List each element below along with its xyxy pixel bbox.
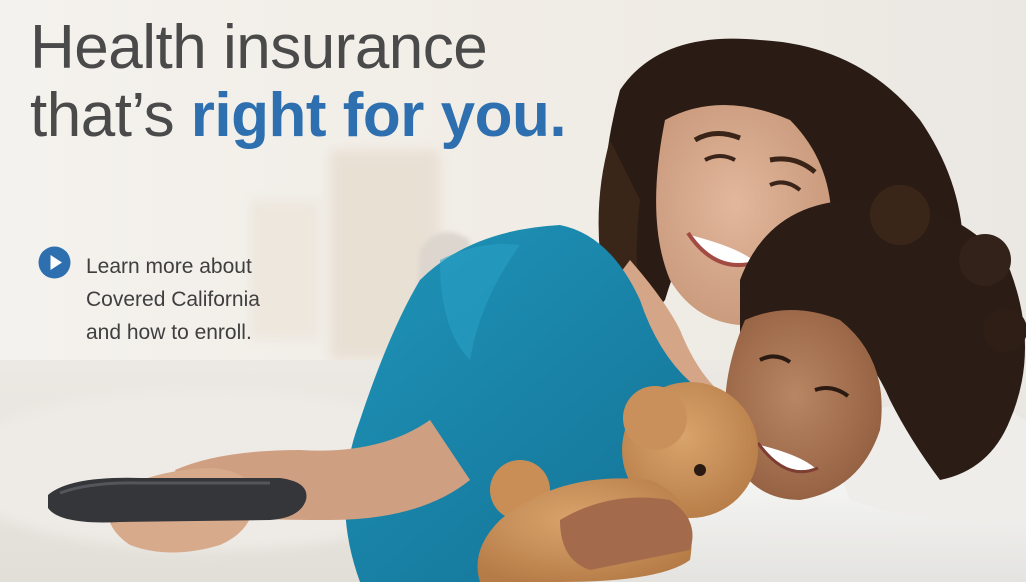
headline-accent: right for you. bbox=[190, 81, 567, 150]
learn-more-text[interactable]: Learn more about Covered California and … bbox=[86, 250, 260, 349]
headline-line-2-prefix: that’s bbox=[30, 81, 191, 150]
headline-line-2: that’s right for you. bbox=[30, 81, 567, 150]
play-circle-icon bbox=[38, 246, 71, 279]
learn-more-line-2: Covered California bbox=[86, 288, 260, 311]
headline: Health insurance that’s right for you. bbox=[30, 13, 567, 150]
hero-banner[interactable]: Health insurance that’s right for you. L… bbox=[0, 0, 1026, 582]
learn-more-line-1: Learn more about bbox=[86, 255, 252, 278]
headline-line-1: Health insurance bbox=[30, 13, 488, 82]
learn-more-link[interactable]: Learn more about Covered California and … bbox=[38, 246, 260, 349]
learn-more-line-3: and how to enroll. bbox=[86, 321, 252, 344]
